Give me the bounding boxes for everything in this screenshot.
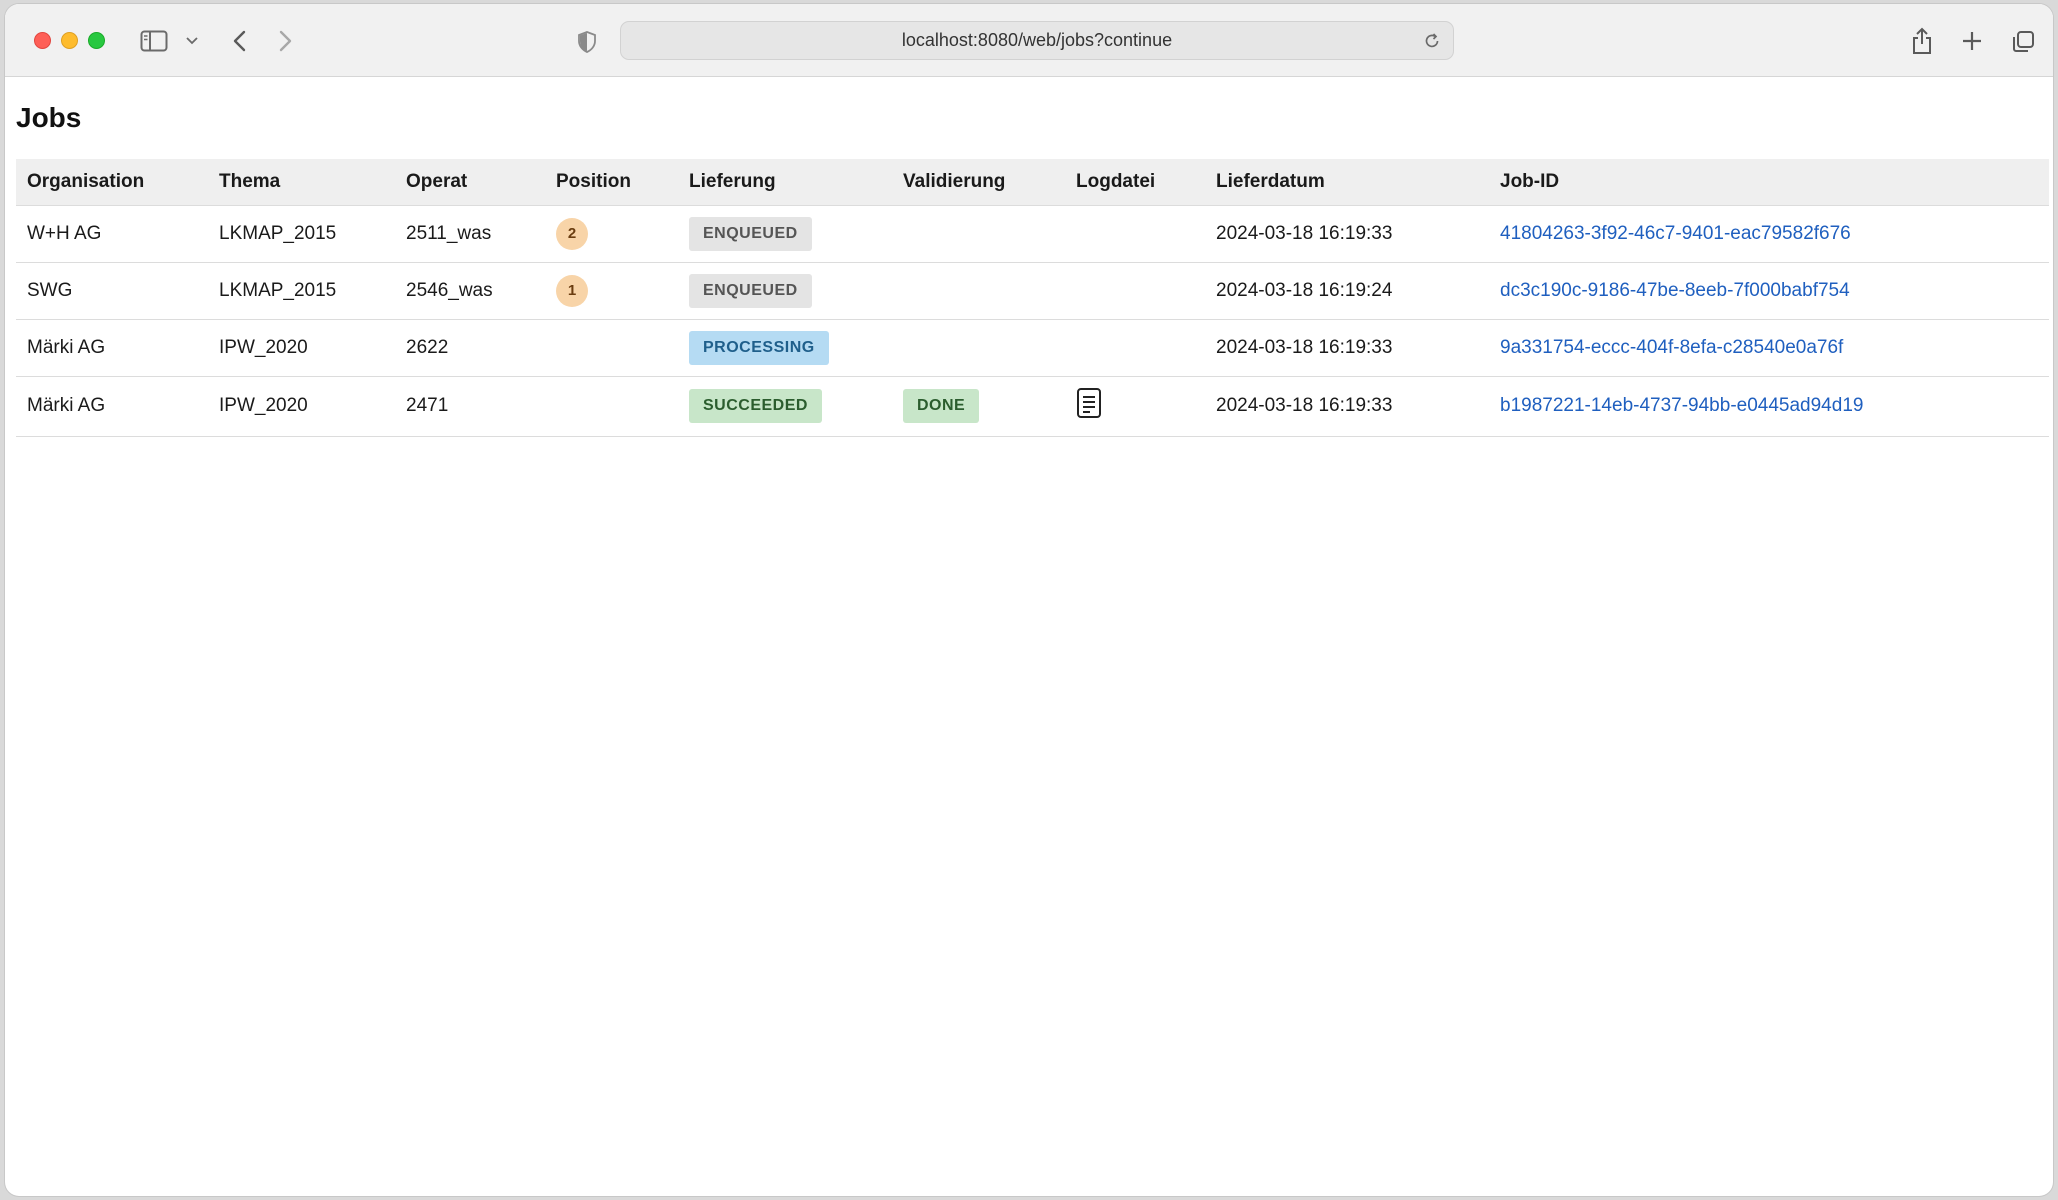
browser-window: localhost:8080/web/jobs?continue Jobs Or… (5, 4, 2053, 1196)
cell-job-id: b1987221-14eb-4737-94bb-e0445ad94d19 (1489, 376, 2049, 437)
cell-validierung (892, 262, 1065, 320)
cell-operat: 2511_was (395, 205, 545, 263)
cell-validierung: DONE (892, 376, 1065, 437)
table-row: Märki AG IPW_2020 2471 SUCCEEDED DONE 20… (16, 376, 2049, 437)
share-icon[interactable] (1909, 26, 1935, 56)
table-row: W+H AG LKMAP_2015 2511_was 2 ENQUEUED 20… (16, 205, 2049, 263)
forward-arrow-icon[interactable] (274, 28, 298, 54)
page-title: Jobs (16, 102, 82, 133)
cell-lieferdatum: 2024-03-18 16:19:33 (1205, 205, 1489, 263)
cell-lieferung: ENQUEUED (678, 205, 892, 263)
job-id-link[interactable]: dc3c190c-9186-47be-8eeb-7f000babf754 (1500, 280, 1850, 301)
cell-thema: LKMAP_2015 (208, 262, 395, 320)
sidebar-toggle-icon[interactable] (139, 28, 169, 54)
table-header-row: Organisation Thema Operat Position Liefe… (16, 159, 2049, 206)
cell-job-id: 41804263-3f92-46c7-9401-eac79582f676 (1489, 205, 2049, 263)
cell-organisation: Märki AG (16, 319, 208, 377)
header-lieferdatum: Lieferdatum (1205, 159, 1489, 206)
cell-thema: IPW_2020 (208, 319, 395, 377)
cell-logdatei (1065, 319, 1205, 377)
status-badge: ENQUEUED (689, 273, 812, 308)
chevron-down-icon[interactable] (185, 32, 199, 50)
header-position: Position (545, 159, 678, 206)
new-tab-plus-icon[interactable] (1960, 29, 1984, 53)
maximize-window-button[interactable] (88, 32, 105, 49)
cell-lieferdatum: 2024-03-18 16:19:33 (1205, 319, 1489, 377)
header-lieferung: Lieferung (678, 159, 892, 206)
cell-operat: 2546_was (395, 262, 545, 320)
tab-overview-icon[interactable] (2010, 29, 2036, 55)
cell-organisation: Märki AG (16, 376, 208, 437)
cell-lieferung: SUCCEEDED (678, 376, 892, 437)
cell-lieferung: ENQUEUED (678, 262, 892, 320)
position-badge: 1 (556, 274, 588, 307)
cell-lieferung: PROCESSING (678, 319, 892, 377)
cell-thema: IPW_2020 (208, 376, 395, 437)
cell-position: 2 (545, 205, 678, 263)
cell-logdatei (1065, 376, 1205, 437)
cell-job-id: 9a331754-eccc-404f-8efa-c28540e0a76f (1489, 319, 2049, 377)
header-operat: Operat (395, 159, 545, 206)
table-row: SWG LKMAP_2015 2546_was 1 ENQUEUED 2024-… (16, 262, 2049, 320)
browser-toolbar: localhost:8080/web/jobs?continue (5, 4, 2053, 77)
minimize-window-button[interactable] (61, 32, 78, 49)
cell-position (545, 376, 678, 437)
status-badge: SUCCEEDED (689, 389, 822, 423)
cell-lieferdatum: 2024-03-18 16:19:24 (1205, 262, 1489, 320)
address-bar[interactable]: localhost:8080/web/jobs?continue (620, 21, 1454, 60)
back-arrow-icon[interactable] (227, 28, 251, 54)
validation-badge: DONE (903, 389, 980, 423)
header-logdatei: Logdatei (1065, 159, 1205, 206)
job-id-link[interactable]: 9a331754-eccc-404f-8efa-c28540e0a76f (1500, 337, 1843, 358)
cell-lieferdatum: 2024-03-18 16:19:33 (1205, 376, 1489, 437)
cell-thema: LKMAP_2015 (208, 205, 395, 263)
privacy-shield-icon[interactable] (575, 30, 599, 54)
url-text: localhost:8080/web/jobs?continue (901, 30, 1173, 50)
page-content: Jobs Organisation Thema Operat Position … (5, 77, 2053, 1196)
header-organisation: Organisation (16, 159, 208, 206)
cell-organisation: SWG (16, 262, 208, 320)
cell-job-id: dc3c190c-9186-47be-8eeb-7f000babf754 (1489, 262, 2049, 320)
document-icon[interactable] (1076, 387, 1102, 425)
cell-operat: 2471 (395, 376, 545, 437)
cell-organisation: W+H AG (16, 205, 208, 263)
cell-validierung (892, 205, 1065, 263)
cell-position (545, 319, 678, 377)
header-thema: Thema (208, 159, 395, 206)
cell-operat: 2622 (395, 319, 545, 377)
job-id-link[interactable]: 41804263-3f92-46c7-9401-eac79582f676 (1500, 223, 1851, 244)
header-validierung: Validierung (892, 159, 1065, 206)
cell-logdatei (1065, 262, 1205, 320)
cell-validierung (892, 319, 1065, 377)
cell-logdatei (1065, 205, 1205, 263)
reload-icon[interactable] (1423, 32, 1441, 50)
table-row: Märki AG IPW_2020 2622 PROCESSING 2024-0… (16, 319, 2049, 377)
jobs-table: Organisation Thema Operat Position Liefe… (16, 159, 2049, 437)
close-window-button[interactable] (34, 32, 51, 49)
status-badge: ENQUEUED (689, 216, 812, 251)
cell-position: 1 (545, 262, 678, 320)
status-badge: PROCESSING (689, 330, 829, 365)
header-job-id: Job-ID (1489, 159, 2049, 206)
job-id-link[interactable]: b1987221-14eb-4737-94bb-e0445ad94d19 (1500, 395, 1863, 416)
position-badge: 2 (556, 217, 588, 250)
